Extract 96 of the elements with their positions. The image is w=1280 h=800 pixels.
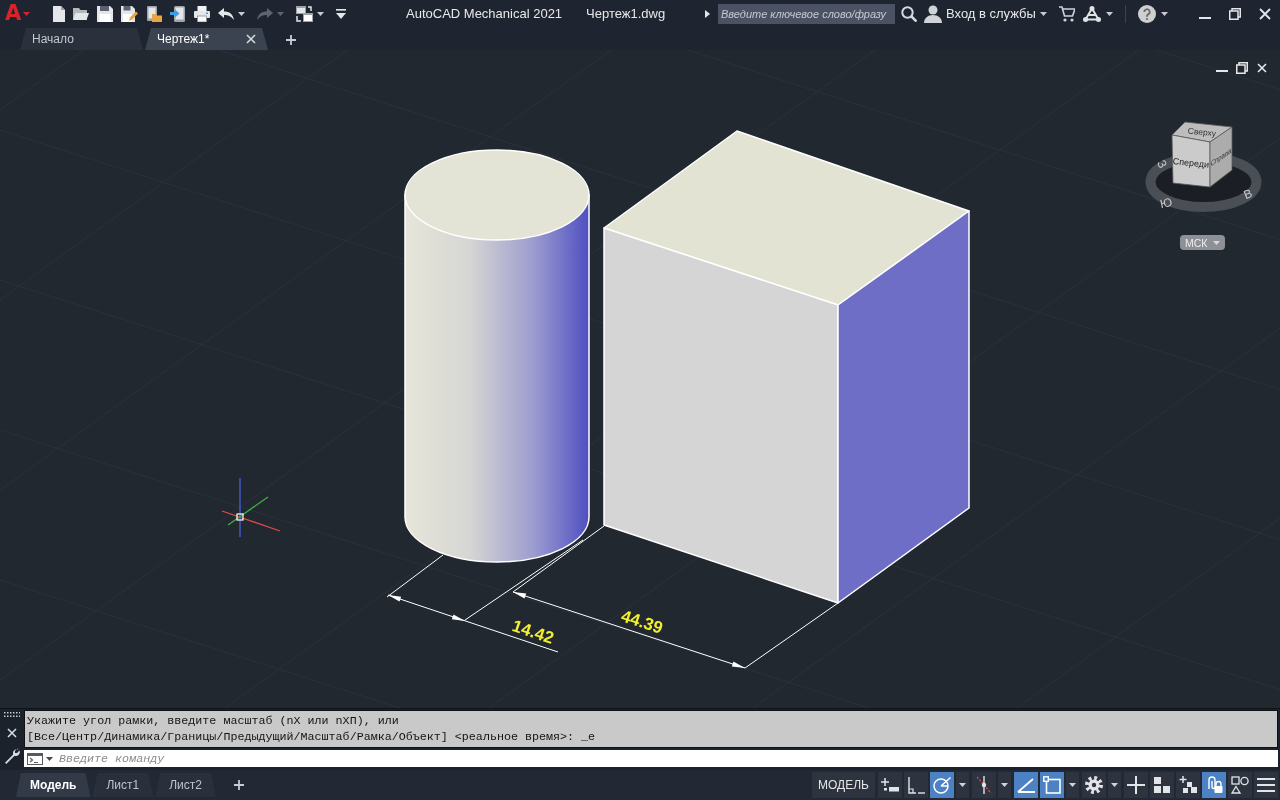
search-icon (901, 5, 917, 22)
compass-label: В (1241, 186, 1255, 202)
caret-down-icon (46, 756, 53, 761)
undo-icon (218, 7, 235, 20)
compass-label: З (1154, 157, 1170, 171)
application-title: AutoCAD Mechanical 2021 (406, 6, 563, 21)
caret-down-icon (23, 11, 31, 16)
status-toggle-button[interactable] (1124, 772, 1148, 798)
minimize-icon (1199, 16, 1211, 19)
compass-label: Ю (1158, 194, 1174, 212)
caret-down-icon (1001, 783, 1008, 787)
crosshair-icon (1127, 776, 1145, 794)
redo-icon (257, 7, 274, 20)
layout-tab[interactable]: Модель (16, 773, 91, 797)
plus-icon (286, 35, 296, 45)
command-input[interactable]: Введите команду (59, 750, 1278, 767)
status-toggle-button[interactable] (1228, 772, 1252, 798)
search-field[interactable]: Введите ключевое слово/фразу (718, 3, 895, 24)
dropdown-button[interactable] (998, 772, 1011, 798)
caret-down-icon (1111, 783, 1118, 787)
plus-tiles-icon (1179, 776, 1197, 794)
status-toggle-button[interactable] (904, 772, 928, 798)
cylinder-solid[interactable] (404, 149, 590, 563)
file-name: Чертеж1.dwg (586, 6, 666, 21)
layout-tab[interactable]: Лист2 (155, 773, 216, 797)
cart-icon (1058, 5, 1075, 22)
right-angle-icon (907, 776, 925, 794)
paperclip-lock-icon (1205, 776, 1223, 794)
triangle-nodes-icon (1082, 5, 1101, 22)
expand-triangle-icon (705, 9, 710, 18)
cuboid-solid[interactable] (603, 130, 970, 604)
layout-tab[interactable]: Лист1 (92, 773, 154, 797)
status-toggle-button[interactable] (1040, 772, 1064, 798)
caret-down-icon (1069, 783, 1076, 787)
user-silhouette-icon (924, 4, 942, 23)
dimension-text: 14.42 (509, 616, 557, 648)
terminal-icon (27, 752, 43, 765)
tiles-icon (1153, 776, 1171, 794)
page-icon (53, 5, 66, 22)
close-icon (1257, 63, 1267, 73)
document-tab[interactable]: Чертеж1* (145, 28, 268, 50)
viewcube-label: Сверху (1187, 125, 1217, 139)
command-history-line: [Все/Центр/Динамика/Границы/Предыдущий/Масштаб/Рамка/Объект] <реальное время>: _e (27, 729, 597, 745)
status-toggle-button[interactable] (1176, 772, 1200, 798)
ucs-axes-icon (221, 477, 281, 538)
caret-down-icon (1039, 11, 1047, 16)
dropdown-button[interactable] (1066, 772, 1079, 798)
tablet-folder-icon (146, 5, 163, 22)
printer-icon (194, 5, 211, 22)
status-toggle-button[interactable] (930, 772, 954, 798)
floppy-pencil-icon (121, 5, 139, 22)
caret-down-icon (959, 783, 966, 787)
status-toggle-button[interactable] (878, 772, 902, 798)
status-toggle-button[interactable] (1202, 772, 1226, 798)
help-button[interactable] (1135, 2, 1170, 25)
gear-icon (1085, 776, 1103, 794)
viewcube-label: Спереди (1172, 156, 1210, 170)
restore-icon (1229, 7, 1241, 20)
caret-bar-icon (336, 8, 347, 19)
windows-swap-icon (296, 5, 314, 22)
command-history-line: Укажите угол рамки, введите масштаб (nX или nXП), или (27, 713, 400, 729)
restore-icon (1236, 62, 1248, 74)
customize-button[interactable] (4, 748, 20, 764)
help-icon (1137, 4, 1156, 23)
plus-bar-icon (881, 777, 899, 793)
tablet-arrow-icon (170, 5, 187, 22)
square-handle-icon (1043, 776, 1061, 794)
dropdown-button[interactable] (1108, 772, 1121, 798)
close-icon[interactable] (246, 34, 256, 44)
caret-down-icon (1213, 240, 1221, 245)
minimize-icon (1216, 70, 1228, 72)
crossing-lines-icon (975, 776, 993, 794)
dimension-text: 44.39 (618, 606, 666, 638)
status-toggle-button[interactable] (972, 772, 996, 798)
shapes-icon (1231, 776, 1249, 794)
dropdown-button[interactable] (956, 772, 969, 798)
model-space-button[interactable]: МОДЕЛЬ (812, 772, 875, 798)
status-toggle-button[interactable] (1254, 772, 1278, 798)
status-toggle-button[interactable] (1014, 772, 1038, 798)
circle-angle-icon (933, 776, 951, 794)
grip-dots-icon (4, 712, 20, 717)
sign-in-button[interactable]: Вход в службы (922, 2, 1049, 25)
status-toggle-button[interactable] (1082, 772, 1106, 798)
close-icon (7, 727, 17, 738)
document-tab[interactable]: Начало (20, 28, 143, 50)
folder-icon (73, 7, 90, 20)
caret-down-icon (1105, 11, 1113, 16)
close-icon (1259, 7, 1271, 20)
status-toggle-button[interactable] (1150, 772, 1174, 798)
caret-down-icon (1160, 11, 1168, 16)
plus-icon (233, 780, 244, 790)
close-command-line-button[interactable] (7, 727, 17, 738)
wrench-icon (4, 748, 20, 764)
angle-icon (1017, 777, 1035, 793)
recent-commands-button[interactable] (24, 750, 59, 767)
menu-icon (1257, 777, 1275, 793)
